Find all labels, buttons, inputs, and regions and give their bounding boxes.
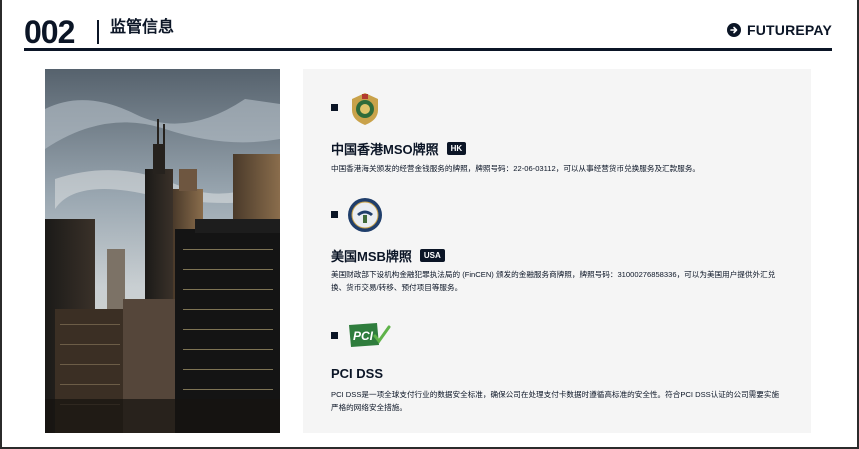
license-description: 美国财政部下设机构金融犯罪执法局的 (FinCEN) 颁发的金融服务商牌照，牌照…	[331, 270, 776, 292]
license-description: PCI DSS是一项全球支付行业的数据安全标准，确保公司在处理支付卡数据时遵循高…	[331, 390, 780, 412]
licenses-panel: 中国香港MSO牌照 HK 中国香港海关颁发的经营金钱服务的牌照，牌照号码：22-…	[303, 69, 811, 433]
fincen-seal-icon	[347, 197, 383, 233]
region-badge: USA	[419, 249, 445, 262]
hk-customs-emblem-icon	[347, 91, 383, 127]
page-number: 002	[24, 14, 75, 50]
region-badge: HK	[446, 142, 467, 155]
license-name: 美国MSB牌照	[331, 249, 412, 264]
license-title: 中国香港MSO牌照 HK	[331, 139, 467, 158]
brand-name: FUTUREPAY	[746, 22, 832, 38]
license-item-us-msb: 美国MSB牌照 USA 美国财政部下设机构金融犯罪执法局的 (FinCEN) 颁…	[331, 197, 791, 297]
page-header: 002 监管信息 FUTUREPAY	[24, 12, 832, 50]
license-item-pci-dss: PCI PCI DSS PCI DSS是一项全球支付行业的数据安全标准，确保公司…	[331, 321, 791, 421]
bullet-marker	[331, 211, 338, 218]
city-skyline-photo	[45, 69, 280, 433]
page-title: 监管信息	[110, 19, 175, 36]
brand-logo: FUTUREPAY	[726, 22, 832, 38]
license-item-hk-mso: 中国香港MSO牌照 HK 中国香港海关颁发的经营金钱服务的牌照，牌照号码：22-…	[331, 91, 791, 191]
bullet-marker	[331, 332, 338, 339]
license-name: 中国香港MSO牌照	[331, 142, 439, 157]
frame-left-border	[0, 0, 2, 449]
pci-logo-text: PCI	[353, 329, 374, 343]
license-description: 中国香港海关颁发的经营金钱服务的牌照，牌照号码：22-06-03112，可以从事…	[331, 164, 701, 173]
arrow-circle-icon	[726, 23, 741, 37]
license-name: PCI DSS	[331, 366, 384, 381]
header-rule	[24, 48, 832, 51]
license-title: 美国MSB牌照 USA	[331, 246, 445, 265]
pci-logo-icon: PCI	[347, 321, 391, 349]
license-title: PCI DSS	[331, 366, 383, 381]
header-divider	[97, 20, 99, 44]
bullet-marker	[331, 104, 338, 111]
